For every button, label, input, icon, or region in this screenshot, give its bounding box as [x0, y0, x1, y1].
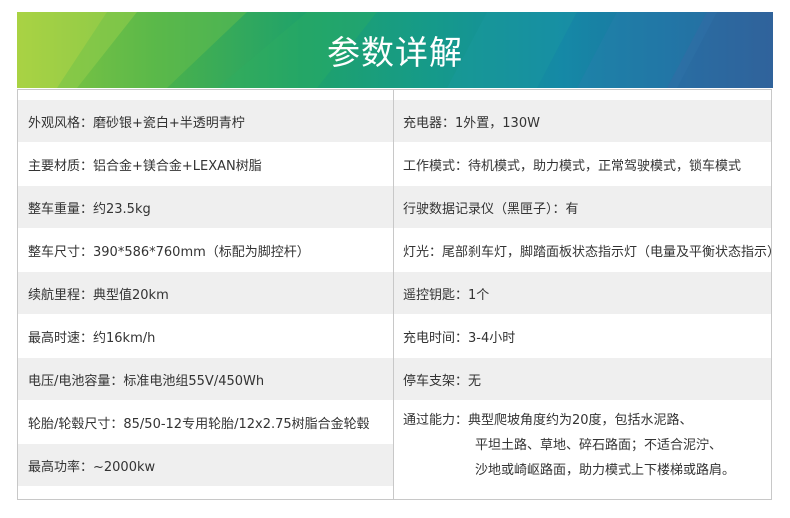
spec-passability: 通过能力：典型爬坡角度约为20度，包括水泥路、 平坦土路、草地、碎石路面；不适合… [394, 402, 771, 500]
spec-battery: 电压/电池容量：标准电池组55V/450Wh [18, 358, 393, 400]
spec-material: 主要材质：铝合金+镁合金+LEXAN树脂 [28, 158, 262, 174]
spec-weight: 整车重量：约23.5kg [18, 186, 393, 228]
spec-max-power: 最高功率：~2000kw [18, 444, 393, 486]
spec-tire: 轮胎/轮毂尺寸：85/50-12专用轮胎/12x2.75树脂合金轮毂 [28, 416, 370, 432]
spec-dimensions: 整车尺寸：390*586*760mm（标配为脚控杆） [28, 244, 310, 260]
spec-remote-key: 遥控钥匙：1个 [394, 272, 771, 314]
header-banner: 参数详解 [17, 12, 773, 88]
spec-lights: 灯光：尾部刹车灯，脚踏面板状态指示灯（电量及平衡状态指示） [403, 244, 781, 260]
passability-line-1: 通过能力：典型爬坡角度约为20度，包括水泥路、 [403, 413, 693, 428]
spec-table: 外观风格：磨砂银+瓷白+半透明青柠 主要材质：铝合金+镁合金+LEXAN树脂 整… [17, 89, 781, 500]
spec-black-box: 行驶数据记录仪（黑匣子）：有 [394, 186, 771, 228]
spec-work-mode: 工作模式：待机模式，助力模式，正常驾驶模式，锁车模式 [403, 158, 742, 174]
spec-appearance: 外观风格：磨砂银+瓷白+半透明青柠 [18, 100, 393, 142]
spec-kickstand: 停车支架：无 [394, 358, 771, 400]
spec-range: 续航里程：典型值20km [18, 272, 393, 314]
spec-top-speed: 最高时速：约16km/h [28, 330, 156, 346]
passability-line-3: 沙地或崎岖路面，助力模式上下楼梯或路肩。 [475, 463, 736, 478]
spec-charger: 充电器：1外置，130W [394, 100, 771, 142]
page-title: 参数详解 [327, 33, 463, 72]
passability-line-2: 平坦土路、草地、碎石路面；不适合泥泞、 [475, 438, 723, 453]
spec-charge-time: 充电时间：3-4小时 [403, 330, 516, 346]
